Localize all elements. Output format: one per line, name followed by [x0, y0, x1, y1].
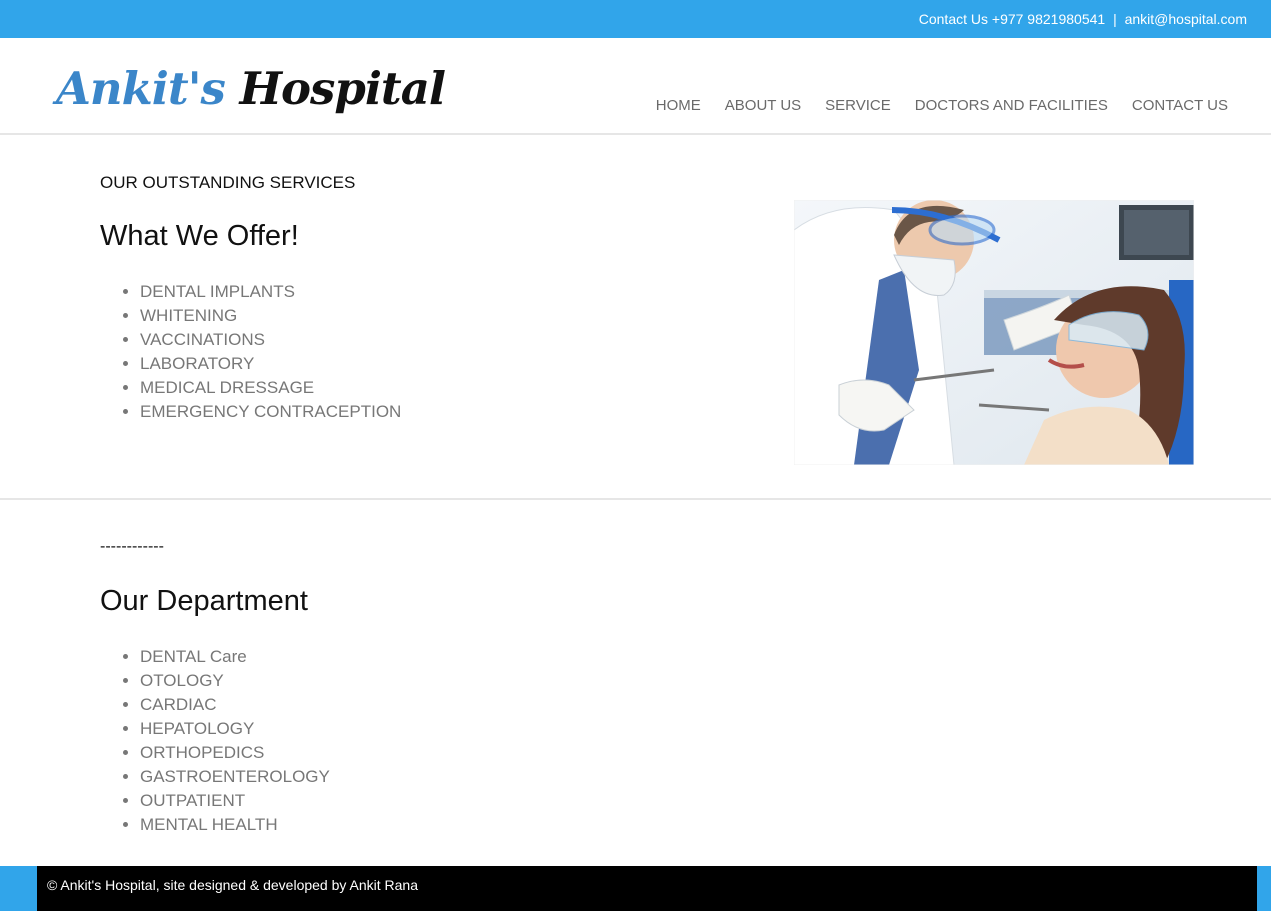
logo-second-word: Hospital: [239, 62, 445, 115]
site-footer: © Ankit's Hospital, site designed & deve…: [37, 866, 1257, 911]
department-list: DENTAL Care OTOLOGY CARDIAC HEPATOLOGY O…: [140, 645, 330, 837]
services-section: OUR OUTSTANDING SERVICES What We Offer! …: [0, 137, 1271, 500]
contact-separator: |: [1113, 11, 1117, 27]
service-item: VACCINATIONS: [140, 328, 401, 352]
nav-about-us[interactable]: ABOUT US: [725, 97, 801, 114]
main-navigation: HOME ABOUT US SERVICE DOCTORS AND FACILI…: [656, 97, 1228, 114]
services-title: What We Offer!: [100, 220, 299, 252]
service-item: DENTAL IMPLANTS: [140, 280, 401, 304]
top-contact-bar: Contact Us +977 9821980541 | ankit@hospi…: [0, 0, 1271, 38]
contact-info: Contact Us +977 9821980541 | ankit@hospi…: [919, 11, 1247, 27]
department-item: CARDIAC: [140, 693, 330, 717]
nav-contact-us[interactable]: CONTACT US: [1132, 97, 1228, 114]
services-list: DENTAL IMPLANTS WHITENING VACCINATIONS L…: [140, 280, 401, 424]
department-item: OTOLOGY: [140, 669, 330, 693]
department-item: MENTAL HEALTH: [140, 813, 330, 837]
dentist-photo: [794, 200, 1194, 465]
department-item: ORTHOPEDICS: [140, 741, 330, 765]
services-kicker: OUR OUTSTANDING SERVICES: [100, 173, 356, 192]
service-item: EMERGENCY CONTRACEPTION: [140, 400, 401, 424]
department-item: DENTAL Care: [140, 645, 330, 669]
department-item: HEPATOLOGY: [140, 717, 330, 741]
service-item: WHITENING: [140, 304, 401, 328]
dentist-illustration: [794, 200, 1194, 465]
department-title: Our Department: [100, 585, 308, 617]
site-logo[interactable]: Ankit's Hospital: [56, 62, 446, 115]
site-header: Ankit's Hospital HOME ABOUT US SERVICE D…: [0, 38, 1271, 135]
service-item: MEDICAL DRESSAGE: [140, 376, 401, 400]
contact-phone: Contact Us +977 9821980541: [918, 11, 1106, 27]
section-divider-text: ------------: [100, 538, 164, 555]
nav-home[interactable]: HOME: [656, 97, 701, 114]
logo-first-word: Ankit's: [56, 62, 226, 115]
department-item: GASTROENTEROLOGY: [140, 765, 330, 789]
department-item: OUTPATIENT: [140, 789, 330, 813]
footer-copyright: © Ankit's Hospital, site designed & deve…: [47, 877, 418, 893]
department-section: ------------ Our Department DENTAL Care …: [0, 500, 1271, 865]
contact-email[interactable]: ankit@hospital.com: [1125, 11, 1247, 27]
nav-doctors-and-facilities[interactable]: DOCTORS AND FACILITIES: [915, 97, 1108, 114]
service-item: LABORATORY: [140, 352, 401, 376]
nav-service[interactable]: SERVICE: [825, 97, 891, 114]
